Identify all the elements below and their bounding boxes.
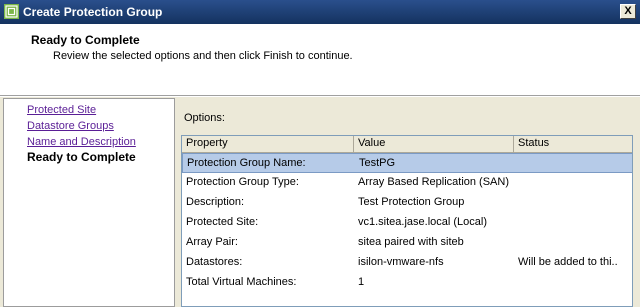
table-row[interactable]: Protected Site: vc1.sitea.jase.local (Lo… <box>182 213 632 233</box>
options-label: Options: <box>184 112 225 124</box>
column-header-status[interactable]: Status <box>514 136 632 152</box>
table-row[interactable]: Protection Group Name: TestPG <box>182 153 632 173</box>
header-divider <box>0 95 640 97</box>
cell-property: Protected Site: <box>186 216 259 228</box>
close-button[interactable]: X <box>620 4 636 19</box>
cell-property: Array Pair: <box>186 236 238 248</box>
cell-value: Test Protection Group <box>358 196 465 208</box>
cell-property: Total Virtual Machines: <box>186 276 297 288</box>
nav-step-protected-site[interactable]: Protected Site <box>27 103 96 117</box>
column-header-property[interactable]: Property <box>182 136 354 152</box>
table-row[interactable]: Description: Test Protection Group <box>182 193 632 213</box>
cell-property: Protection Group Name: <box>187 157 306 169</box>
wizard-steps-nav: Protected Site Datastore Groups Name and… <box>3 98 175 307</box>
vsphere-app-icon <box>4 4 19 19</box>
table-row[interactable]: Datastores: isilon-vmware-nfs Will be ad… <box>182 253 632 273</box>
close-icon: X <box>624 5 632 17</box>
table-row[interactable]: Total Virtual Machines: 1 <box>182 273 632 293</box>
wizard-header: Ready to Complete Review the selected op… <box>0 24 640 95</box>
table-row[interactable]: Array Pair: sitea paired with siteb <box>182 233 632 253</box>
table-header: Property Value Status <box>182 136 632 153</box>
cell-property: Datastores: <box>186 256 243 268</box>
cell-status: Will be added to thi.. <box>518 256 618 268</box>
page-subtitle: Review the selected options and then cli… <box>53 50 353 62</box>
title-bar: Create Protection Group X <box>0 0 640 24</box>
cell-value: isilon-vmware-nfs <box>358 256 444 268</box>
cell-value: sitea paired with siteb <box>358 236 464 248</box>
cell-value: vc1.sitea.jase.local (Local) <box>358 216 488 228</box>
cell-value: 1 <box>358 276 365 288</box>
nav-step-datastore-groups[interactable]: Datastore Groups <box>27 119 114 133</box>
cell-property: Protection Group Type: <box>186 176 299 188</box>
column-header-value[interactable]: Value <box>354 136 514 152</box>
wizard-content: Options: Property Value Status Protectio… <box>175 98 640 307</box>
nav-step-name-and-description[interactable]: Name and Description <box>27 135 136 149</box>
options-table: Property Value Status Protection Group N… <box>181 135 633 307</box>
nav-step-ready-to-complete: Ready to Complete <box>27 150 136 164</box>
cell-property: Description: <box>186 196 245 208</box>
cell-value: TestPG <box>359 157 396 169</box>
table-row[interactable]: Protection Group Type: Array Based Repli… <box>182 173 632 193</box>
cell-value: Array Based Replication (SAN) <box>358 176 510 188</box>
page-title: Ready to Complete <box>31 33 140 47</box>
window-title: Create Protection Group <box>23 5 163 19</box>
